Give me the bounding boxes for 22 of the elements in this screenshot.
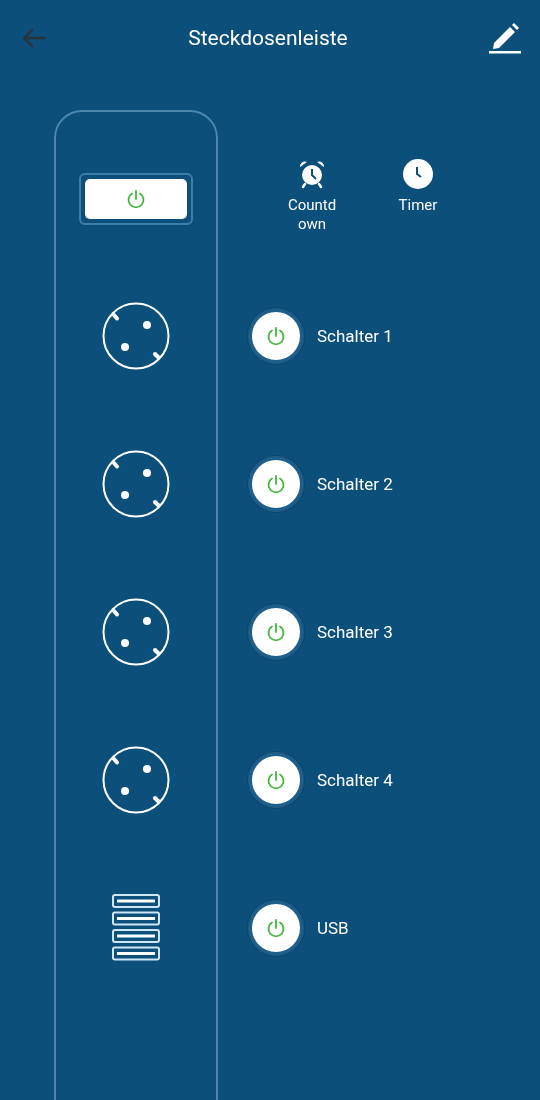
edit-button[interactable] xyxy=(488,21,522,54)
power-button[interactable] xyxy=(248,456,304,512)
socket-icon xyxy=(101,301,171,371)
alarm-clock-icon xyxy=(297,159,327,189)
socket-icon xyxy=(101,745,171,815)
switch-label: Schalter 2 xyxy=(317,474,393,494)
power-button[interactable] xyxy=(248,752,304,808)
power-button[interactable] xyxy=(248,900,304,956)
switch-label: USB xyxy=(317,918,349,938)
master-power-button[interactable] xyxy=(79,173,193,225)
clock-icon xyxy=(403,159,433,189)
page-title: Steckdosenleiste xyxy=(188,25,348,50)
socket-icon xyxy=(101,597,171,667)
timer-button[interactable]: Timer xyxy=(391,159,445,215)
power-button[interactable] xyxy=(248,308,304,364)
switch-label: Schalter 4 xyxy=(317,770,393,790)
power-button[interactable] xyxy=(248,604,304,660)
switch-label: Schalter 1 xyxy=(317,326,393,346)
countdown-button[interactable]: Countdown xyxy=(285,159,339,234)
switch-label: Schalter 3 xyxy=(317,622,393,642)
socket-icon xyxy=(101,449,171,519)
usb-ports-icon xyxy=(112,894,160,962)
